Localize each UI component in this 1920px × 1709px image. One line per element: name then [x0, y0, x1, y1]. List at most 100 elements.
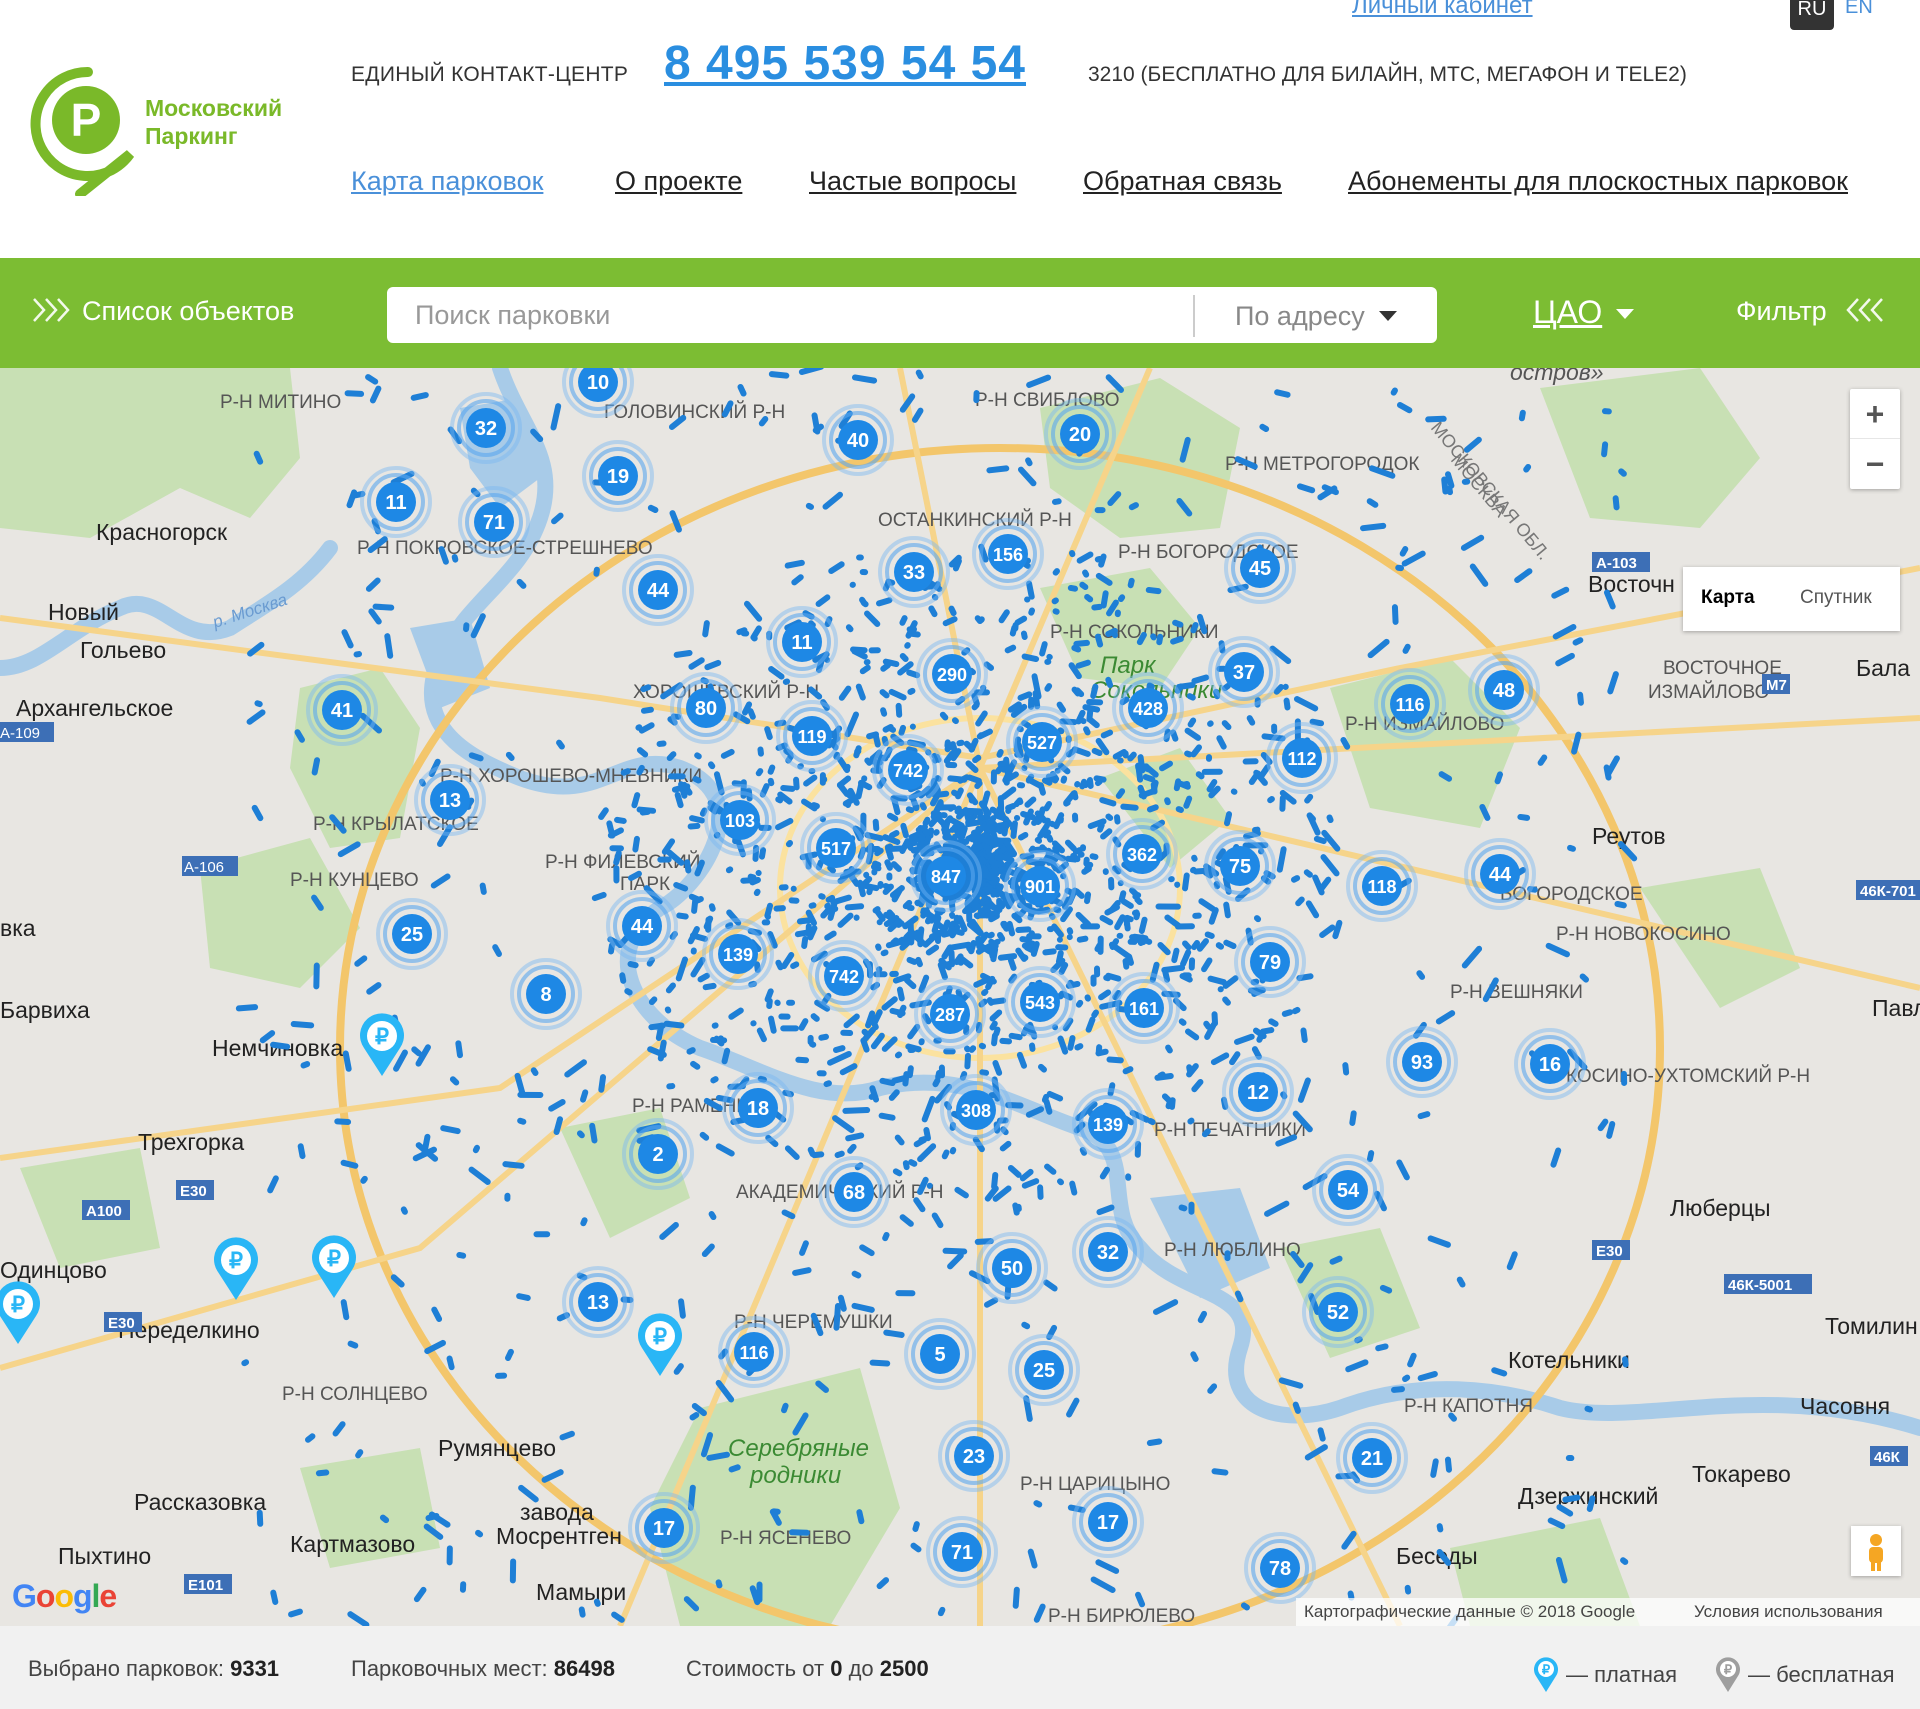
cost-from: 0 [830, 1656, 843, 1681]
district-select[interactable]: ЦАО [1533, 294, 1635, 331]
search-mode-select[interactable]: По адресу [1235, 301, 1397, 332]
road-badge: Е30 [1592, 1240, 1630, 1260]
parking-cluster[interactable]: 32 [1072, 1216, 1144, 1288]
cost-range: Стоимость от 0 до 2500 [686, 1656, 929, 1682]
terms-link[interactable]: Условия использования [1694, 1602, 1883, 1622]
parking-cluster[interactable]: 21 [1336, 1422, 1408, 1494]
map-label: Часовня [1800, 1393, 1890, 1419]
nav-faq[interactable]: Частые вопросы [809, 166, 1016, 197]
parking-cluster[interactable]: 112 [1266, 722, 1338, 794]
map-label: Р-Н БИРЮЛЕВО [1048, 1606, 1195, 1626]
parking-dot [798, 368, 825, 375]
paid-parking-pin[interactable]: ₽ [312, 1235, 356, 1298]
parking-dot [1046, 926, 1055, 933]
map-label: Пыхтино [58, 1543, 151, 1569]
parking-dot [1028, 607, 1036, 616]
parking-cluster[interactable]: 17 [1072, 1486, 1144, 1558]
cluster-count: 2 [652, 1144, 663, 1166]
parking-dot [1102, 868, 1109, 875]
parking-cluster[interactable]: 290 [916, 638, 988, 710]
paid-parking-pin[interactable]: ₽ [214, 1237, 258, 1300]
parking-dot [1146, 1438, 1163, 1447]
search-input[interactable] [415, 287, 1205, 343]
parking-dot [1066, 927, 1074, 935]
zoom-out-button[interactable]: − [1850, 439, 1900, 489]
parking-cluster[interactable]: 19 [582, 440, 654, 512]
parking-cluster[interactable]: 543 [1004, 966, 1076, 1038]
parking-cluster[interactable]: 16 [1514, 1028, 1586, 1100]
parking-dot [1184, 1028, 1200, 1041]
phone-link[interactable]: 8 495 539 54 54 [664, 36, 1026, 91]
parking-dot [1051, 498, 1062, 505]
parking-dot [750, 1020, 757, 1027]
parking-dot [1037, 1184, 1044, 1200]
object-list-toggle[interactable]: Список объектов [32, 296, 294, 327]
parking-dot [1017, 831, 1029, 841]
parking-cluster[interactable]: 25 [376, 898, 448, 970]
parking-cluster[interactable]: 23 [938, 1420, 1010, 1492]
parking-dot [1268, 1018, 1279, 1027]
parking-dot [1190, 1351, 1199, 1362]
parking-cluster[interactable]: 93 [1386, 1026, 1458, 1098]
parking-dot [494, 1372, 508, 1379]
map-type-map-button[interactable]: Карта [1701, 587, 1755, 609]
parking-cluster[interactable]: 13 [562, 1266, 634, 1338]
map[interactable]: Р-Н МИТИНО ГОЛОВИНСКИЙ Р-Н Р-Н СВИБЛОВО ост… [0, 368, 1920, 1626]
parking-cluster[interactable]: 25 [1008, 1334, 1080, 1406]
parking-dot [1188, 957, 1196, 971]
parking-dot [550, 403, 562, 431]
parking-dot [702, 620, 710, 638]
cluster-count: 527 [1027, 733, 1057, 753]
paid-parking-pin[interactable]: ₽ [638, 1313, 682, 1376]
paid-parking-pin[interactable]: ₽ [0, 1281, 40, 1344]
parking-dot [267, 1175, 279, 1194]
parking-dot [847, 1143, 857, 1154]
parking-cluster[interactable]: 79 [1234, 926, 1306, 998]
parking-dot [297, 1143, 306, 1160]
cluster-count: 75 [1229, 856, 1251, 878]
nav-parking-map[interactable]: Карта парковок [351, 166, 543, 197]
map-type-satellite-button[interactable]: Спутник [1800, 587, 1872, 609]
parking-cluster[interactable]: 50 [976, 1232, 1048, 1304]
parking-logo-icon: P [30, 66, 135, 199]
parking-cluster[interactable]: 10 [562, 368, 634, 418]
parking-cluster[interactable]: 11 [766, 606, 838, 678]
parking-cluster[interactable]: 37 [1208, 636, 1280, 708]
filter-toggle[interactable]: Фильтр [1736, 296, 1884, 327]
cluster-count: 847 [931, 867, 961, 887]
parking-cluster[interactable]: 71 [926, 1516, 998, 1588]
parking-dot [400, 1206, 408, 1215]
map-label: Р-Н КУНЦЕВО [290, 870, 419, 891]
parking-cluster[interactable]: 5 [904, 1318, 976, 1390]
parking-dot [964, 1052, 971, 1070]
map-canvas[interactable]: Р-Н МИТИНО ГОЛОВИНСКИЙ Р-Н Р-Н СВИБЛОВО ост… [0, 368, 1920, 1626]
parking-dot [827, 1050, 852, 1066]
parking-dot [1094, 507, 1106, 514]
road-badge: 46К-701 [1856, 880, 1920, 900]
parking-dot [1207, 1383, 1218, 1394]
parking-dot [1211, 1468, 1229, 1476]
map-label: Томилин [1825, 1313, 1918, 1339]
parking-dot [1577, 691, 1584, 706]
parking-cluster[interactable]: 44 [606, 890, 678, 962]
lang-en-link[interactable]: EN [1845, 0, 1873, 19]
cost-mid: до [848, 1656, 874, 1681]
parking-dot [516, 578, 527, 589]
parking-dot [1537, 754, 1548, 766]
lang-ru-button[interactable]: RU [1790, 0, 1834, 30]
street-view-button[interactable] [1851, 1526, 1901, 1576]
parking-cluster[interactable]: 75 [1204, 830, 1276, 902]
parking-dot [1555, 652, 1575, 667]
nav-about[interactable]: О проекте [615, 166, 742, 197]
zoom-in-button[interactable]: + [1850, 389, 1900, 439]
map-label: Мамыри [536, 1579, 626, 1605]
parking-cluster[interactable]: 54 [1312, 1154, 1384, 1226]
map-label: Серебряные [728, 1435, 869, 1462]
parking-dot [1407, 1352, 1417, 1368]
parking-dot [1187, 717, 1197, 728]
nav-subscriptions[interactable]: Абонементы для плоскостных парковок [1348, 166, 1848, 197]
nav-feedback[interactable]: Обратная связь [1083, 166, 1282, 197]
parking-cluster[interactable]: 44 [622, 554, 694, 626]
cabinet-link[interactable]: Личный кабинет [1352, 0, 1533, 20]
parking-cluster[interactable]: 8 [510, 958, 582, 1030]
